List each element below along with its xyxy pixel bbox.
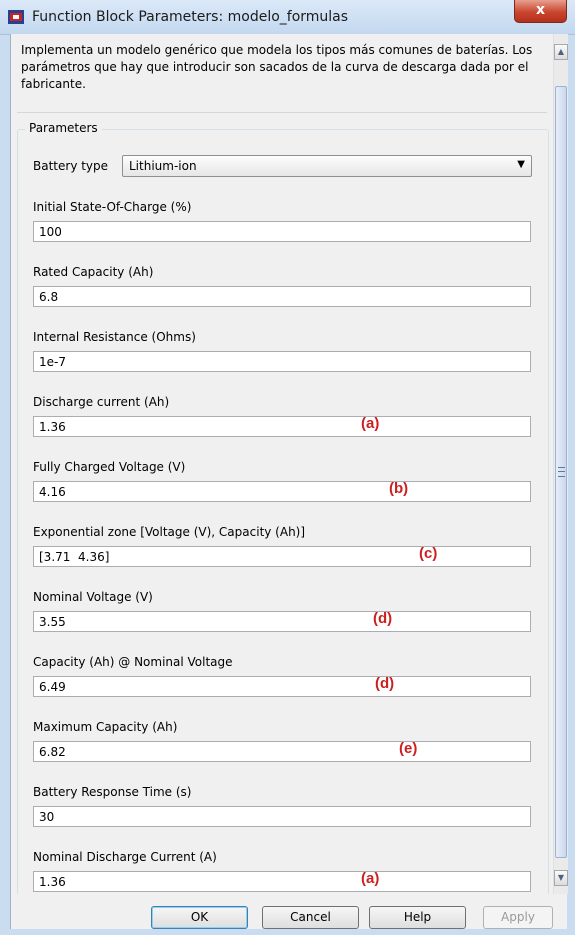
discharge-current-input[interactable] — [33, 416, 531, 437]
title-bar[interactable]: Function Block Parameters: modelo_formul… — [0, 0, 575, 35]
internal-resistance-label: Internal Resistance (Ohms) — [33, 330, 196, 344]
fully-charged-voltage-label: Fully Charged Voltage (V) — [33, 460, 186, 474]
cancel-button[interactable]: Cancel — [262, 906, 359, 929]
parameters-group — [17, 129, 549, 894]
dialog-window: Function Block Parameters: modelo_formul… — [0, 0, 575, 935]
dialog-body: Implementa un modelo genérico que modela… — [10, 34, 568, 929]
divider — [17, 112, 547, 113]
annotation-a-2: (a) — [361, 870, 380, 887]
battery-response-time-label: Battery Response Time (s) — [33, 785, 192, 799]
battery-type-value: Lithium-ion — [129, 159, 197, 173]
arrow-up-icon: ▲ — [557, 47, 565, 56]
capacity-at-nominal-label: Capacity (Ah) @ Nominal Voltage — [33, 655, 233, 669]
parameters-group-title: Parameters — [25, 121, 102, 135]
annotation-c: (c) — [419, 545, 438, 562]
annotation-b: (b) — [389, 480, 409, 497]
nominal-discharge-current-label: Nominal Discharge Current (A) — [33, 850, 217, 864]
scroll-up-button[interactable]: ▲ — [554, 44, 568, 60]
battery-response-time-input[interactable] — [33, 806, 531, 827]
arrow-down-icon: ▼ — [557, 873, 565, 882]
maximum-capacity-label: Maximum Capacity (Ah) — [33, 720, 178, 734]
simulink-block-icon — [8, 10, 24, 24]
scroll-down-button[interactable]: ▼ — [554, 870, 568, 886]
fully-charged-voltage-input[interactable] — [33, 481, 531, 502]
close-icon: x — [535, 2, 546, 18]
nominal-discharge-current-input[interactable] — [33, 871, 531, 892]
battery-type-dropdown[interactable]: Lithium-ion ▼ — [122, 155, 532, 177]
help-button[interactable]: Help — [369, 906, 466, 929]
initial-soc-label: Initial State-Of-Charge (%) — [33, 200, 192, 214]
chevron-down-icon: ▼ — [517, 159, 525, 170]
ok-button[interactable]: OK — [151, 906, 248, 929]
nominal-voltage-input[interactable] — [33, 611, 531, 632]
exponential-zone-input[interactable] — [33, 546, 531, 567]
annotation-d: (d) — [373, 610, 393, 627]
nominal-voltage-label: Nominal Voltage (V) — [33, 590, 153, 604]
rated-capacity-label: Rated Capacity (Ah) — [33, 265, 154, 279]
scroll-area: Implementa un modelo genérico que modela… — [11, 34, 553, 894]
scrollbar-thumb[interactable] — [555, 86, 567, 858]
exponential-zone-label: Exponential zone [Voltage (V), Capacity … — [33, 525, 306, 539]
block-description: Implementa un modelo genérico que modela… — [21, 43, 533, 91]
capacity-at-nominal-input[interactable] — [33, 676, 531, 697]
battery-type-label: Battery type — [33, 159, 109, 173]
annotation-e: (e) — [399, 740, 418, 757]
discharge-current-label: Discharge current (Ah) — [33, 395, 170, 409]
annotation-a: (a) — [361, 415, 380, 432]
maximum-capacity-input[interactable] — [33, 741, 531, 762]
window-title: Function Block Parameters: modelo_formul… — [32, 9, 349, 25]
apply-button: Apply — [483, 906, 553, 929]
grip-icon — [558, 467, 565, 477]
vertical-scrollbar[interactable]: ▲ ▼ — [553, 34, 568, 894]
rated-capacity-input[interactable] — [33, 286, 531, 307]
initial-soc-input[interactable] — [33, 221, 531, 242]
annotation-d-2: (d) — [375, 675, 395, 692]
internal-resistance-input[interactable] — [33, 351, 531, 372]
close-button[interactable]: x — [514, 0, 567, 23]
